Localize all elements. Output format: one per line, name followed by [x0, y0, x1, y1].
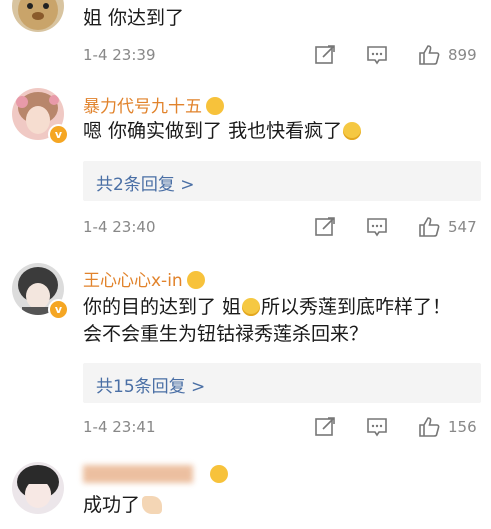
comment-meta: 1-4 23:39 899 — [0, 43, 491, 69]
comment-text: 你的目的达到了 姐所以秀莲到底咋样了！ 会不会重生为钮钴禄秀莲杀回来？ — [83, 296, 452, 345]
comment-icon[interactable] — [365, 415, 389, 439]
smiley-emoji-icon — [206, 97, 224, 115]
replies-link[interactable]: 共2条回复 > — [83, 161, 481, 201]
comment-time: 1-4 23:39 — [83, 46, 156, 64]
comment-meta: 1-4 23:41 156 — [0, 415, 491, 441]
share-icon[interactable] — [313, 415, 337, 439]
comment-text: 成功了 — [83, 492, 163, 519]
thumbs-up-icon[interactable] — [417, 43, 441, 67]
thumbs-up-icon[interactable] — [417, 215, 441, 239]
clap-emoji-icon — [142, 496, 163, 514]
username[interactable]: 王心心心x-in — [83, 266, 205, 291]
share-icon[interactable] — [313, 43, 337, 67]
replies-link[interactable]: 共15条回复 > — [83, 363, 481, 403]
comment-icon[interactable] — [365, 43, 389, 67]
smiley-emoji-icon — [343, 122, 362, 140]
replies-count: 共15条回复 > — [96, 377, 206, 397]
verified-badge-icon: v — [48, 299, 69, 320]
comment-text: 嗯 你确实做到了 我也快看疯了 — [83, 118, 362, 145]
avatar[interactable] — [12, 462, 64, 514]
replies-count: 共2条回复 > — [96, 175, 195, 195]
smiley-emoji-icon — [210, 465, 228, 483]
like-count: 547 — [448, 218, 477, 236]
comment-time: 1-4 23:40 — [83, 218, 156, 236]
verified-badge-icon: v — [48, 124, 69, 145]
avatar[interactable] — [12, 0, 64, 32]
comment-icon[interactable] — [365, 215, 389, 239]
blurred-username — [83, 465, 193, 483]
like-count: 899 — [448, 46, 477, 64]
like-count: 156 — [448, 418, 477, 436]
username[interactable]: 暴力代号九十五 — [83, 92, 224, 117]
comment-time: 1-4 23:41 — [83, 418, 156, 436]
smiley-emoji-icon — [186, 271, 205, 289]
comment-text: 姐 你达到了 — [83, 7, 185, 29]
smiley-emoji-icon — [242, 298, 261, 316]
share-icon[interactable] — [313, 215, 337, 239]
thumbs-up-icon[interactable] — [417, 415, 441, 439]
comment-meta: 1-4 23:40 547 — [0, 215, 491, 241]
